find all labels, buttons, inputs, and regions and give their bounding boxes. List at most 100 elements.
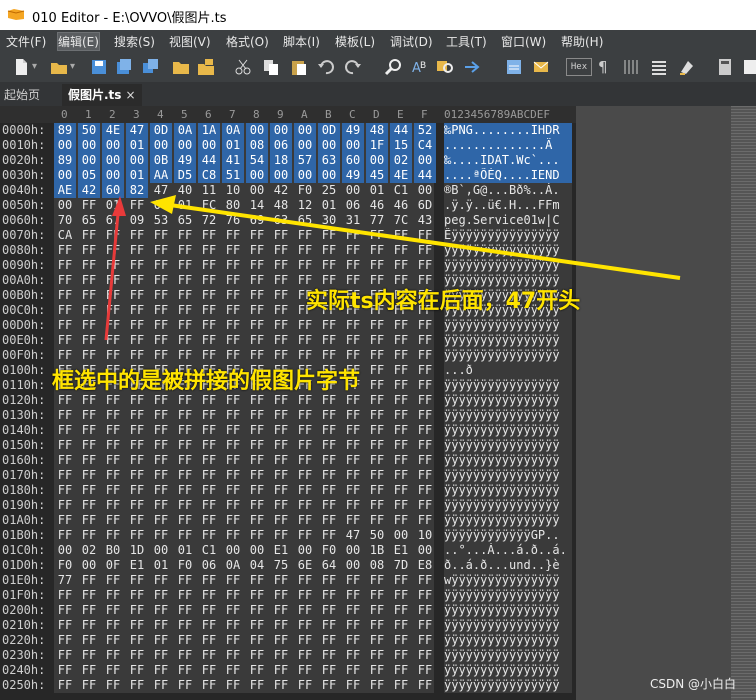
hex-byte[interactable]: FF: [414, 363, 436, 378]
hex-byte[interactable]: FF: [270, 273, 292, 288]
hex-byte[interactable]: FF: [126, 453, 148, 468]
hex-byte[interactable]: FF: [390, 618, 412, 633]
hex-byte[interactable]: 00: [150, 543, 172, 558]
hex-byte[interactable]: 49: [174, 153, 196, 168]
hex-byte[interactable]: FF: [78, 198, 100, 213]
hex-byte[interactable]: 00: [246, 123, 268, 138]
mail-icon[interactable]: [532, 58, 550, 76]
hex-byte[interactable]: 06: [270, 138, 292, 153]
hex-byte[interactable]: FF: [318, 498, 340, 513]
hex-byte[interactable]: FF: [198, 678, 220, 693]
hex-byte[interactable]: FF: [78, 573, 100, 588]
tab-fake-image-ts[interactable]: 假图片.ts ×: [62, 84, 142, 106]
hex-byte[interactable]: FF: [246, 393, 268, 408]
hex-byte[interactable]: FF: [54, 393, 76, 408]
hex-byte[interactable]: B0: [102, 543, 124, 558]
hex-byte[interactable]: 67: [102, 213, 124, 228]
hex-byte[interactable]: FF: [126, 498, 148, 513]
hex-byte[interactable]: 00: [54, 138, 76, 153]
hex-byte[interactable]: FF: [222, 498, 244, 513]
hex-byte[interactable]: FF: [198, 273, 220, 288]
hex-byte[interactable]: FF: [150, 393, 172, 408]
ascii-text[interactable]: ÿÿÿÿÿÿÿÿÿÿÿÿÿÿÿÿ: [444, 423, 572, 438]
hex-byte[interactable]: FF: [390, 678, 412, 693]
hex-byte[interactable]: FF: [78, 468, 100, 483]
hex-byte[interactable]: 44: [198, 153, 220, 168]
hex-byte[interactable]: FF: [174, 438, 196, 453]
hex-byte[interactable]: FF: [246, 603, 268, 618]
hex-byte[interactable]: FF: [390, 333, 412, 348]
hex-byte[interactable]: C1: [390, 183, 412, 198]
hex-byte[interactable]: FF: [390, 423, 412, 438]
hex-byte[interactable]: FF: [246, 348, 268, 363]
hex-byte[interactable]: 42: [78, 183, 100, 198]
hex-byte[interactable]: FF: [342, 408, 364, 423]
hex-byte[interactable]: FF: [390, 243, 412, 258]
hex-byte[interactable]: FF: [342, 228, 364, 243]
hex-bytes[interactable]: FF FF FF FF FF FF FF FF FF FF FF FF FF FF FF FF: [54, 468, 434, 483]
hex-byte[interactable]: 01: [126, 168, 148, 183]
hex-byte[interactable]: C4: [414, 138, 436, 153]
hex-byte[interactable]: 00: [342, 138, 364, 153]
copy-icon[interactable]: [262, 58, 280, 76]
hex-byte[interactable]: FF: [102, 498, 124, 513]
hex-byte[interactable]: FF: [78, 393, 100, 408]
hex-byte[interactable]: FF: [102, 273, 124, 288]
hex-byte[interactable]: FF: [150, 513, 172, 528]
hex-byte[interactable]: FF: [54, 258, 76, 273]
hex-byte[interactable]: 01: [174, 543, 196, 558]
ascii-text[interactable]: ÿÿÿÿÿÿÿÿÿÿÿÿÿÿÿÿ: [444, 603, 572, 618]
hex-byte[interactable]: FF: [414, 588, 436, 603]
hex-byte[interactable]: 0D: [318, 123, 340, 138]
hex-byte[interactable]: FF: [198, 528, 220, 543]
hex-byte[interactable]: 63: [270, 213, 292, 228]
hex-byte[interactable]: FF: [270, 528, 292, 543]
hex-byte[interactable]: FF: [222, 588, 244, 603]
hex-byte[interactable]: FF: [414, 393, 436, 408]
ascii-text[interactable]: ÿÿÿÿÿÿÿÿÿÿÿÿÿÿÿÿ: [444, 258, 572, 273]
hex-byte[interactable]: FF: [126, 588, 148, 603]
hex-byte[interactable]: FF: [294, 243, 316, 258]
hex-byte[interactable]: FF: [150, 258, 172, 273]
menu-view[interactable]: 视图(V): [169, 33, 211, 50]
ascii-text[interactable]: ®B`‚G@...Bð%..Á.: [444, 183, 572, 198]
hex-byte[interactable]: FF: [366, 348, 388, 363]
hex-bytes[interactable]: FF FF FF FF FF FF FF FF FF FF FF FF FF FF FF FF: [54, 408, 434, 423]
hex-byte[interactable]: 00: [198, 138, 220, 153]
hex-byte[interactable]: FF: [318, 258, 340, 273]
hex-byte[interactable]: FF: [318, 618, 340, 633]
hex-byte[interactable]: FF: [390, 318, 412, 333]
hex-byte[interactable]: FF: [270, 243, 292, 258]
ascii-text[interactable]: ÿÿÿÿÿÿÿÿÿÿÿÿÿÿÿÿ: [444, 483, 572, 498]
hex-byte[interactable]: FF: [150, 648, 172, 663]
hex-byte[interactable]: FF: [54, 678, 76, 693]
hex-byte[interactable]: 00: [270, 168, 292, 183]
hex-byte[interactable]: FF: [150, 243, 172, 258]
hex-bytes[interactable]: 00 FF 01 FF 00 01 FC 80 14 48 12 01 06 46 46 6D: [54, 198, 434, 213]
hex-byte[interactable]: FF: [294, 513, 316, 528]
hex-byte[interactable]: FF: [126, 603, 148, 618]
hex-byte[interactable]: E8: [414, 558, 436, 573]
hex-byte[interactable]: FF: [390, 633, 412, 648]
hex-byte[interactable]: 00: [54, 543, 76, 558]
hex-byte[interactable]: 00: [246, 543, 268, 558]
hex-byte[interactable]: FF: [54, 633, 76, 648]
hex-bytes[interactable]: FF FF FF FF FF FF FF FF FF FF FF FF FF FF FF FF: [54, 663, 434, 678]
hex-byte[interactable]: FF: [414, 648, 436, 663]
hex-byte[interactable]: FF: [366, 318, 388, 333]
hex-byte[interactable]: FF: [270, 333, 292, 348]
hex-byte[interactable]: 77: [366, 213, 388, 228]
hex-byte[interactable]: FF: [246, 528, 268, 543]
hex-byte[interactable]: FF: [246, 678, 268, 693]
hex-byte[interactable]: 77: [54, 573, 76, 588]
hex-byte[interactable]: FF: [126, 393, 148, 408]
hex-byte[interactable]: FF: [126, 573, 148, 588]
hex-byte[interactable]: FF: [222, 663, 244, 678]
hex-byte[interactable]: C8: [198, 168, 220, 183]
hex-byte[interactable]: FF: [246, 303, 268, 318]
hex-byte[interactable]: 53: [150, 213, 172, 228]
menu-search[interactable]: 搜索(S): [114, 33, 155, 50]
ascii-text[interactable]: ÿÿÿÿÿÿÿÿÿÿÿÿÿÿÿÿ: [444, 513, 572, 528]
hex-byte[interactable]: FF: [126, 663, 148, 678]
hex-byte[interactable]: FF: [150, 498, 172, 513]
